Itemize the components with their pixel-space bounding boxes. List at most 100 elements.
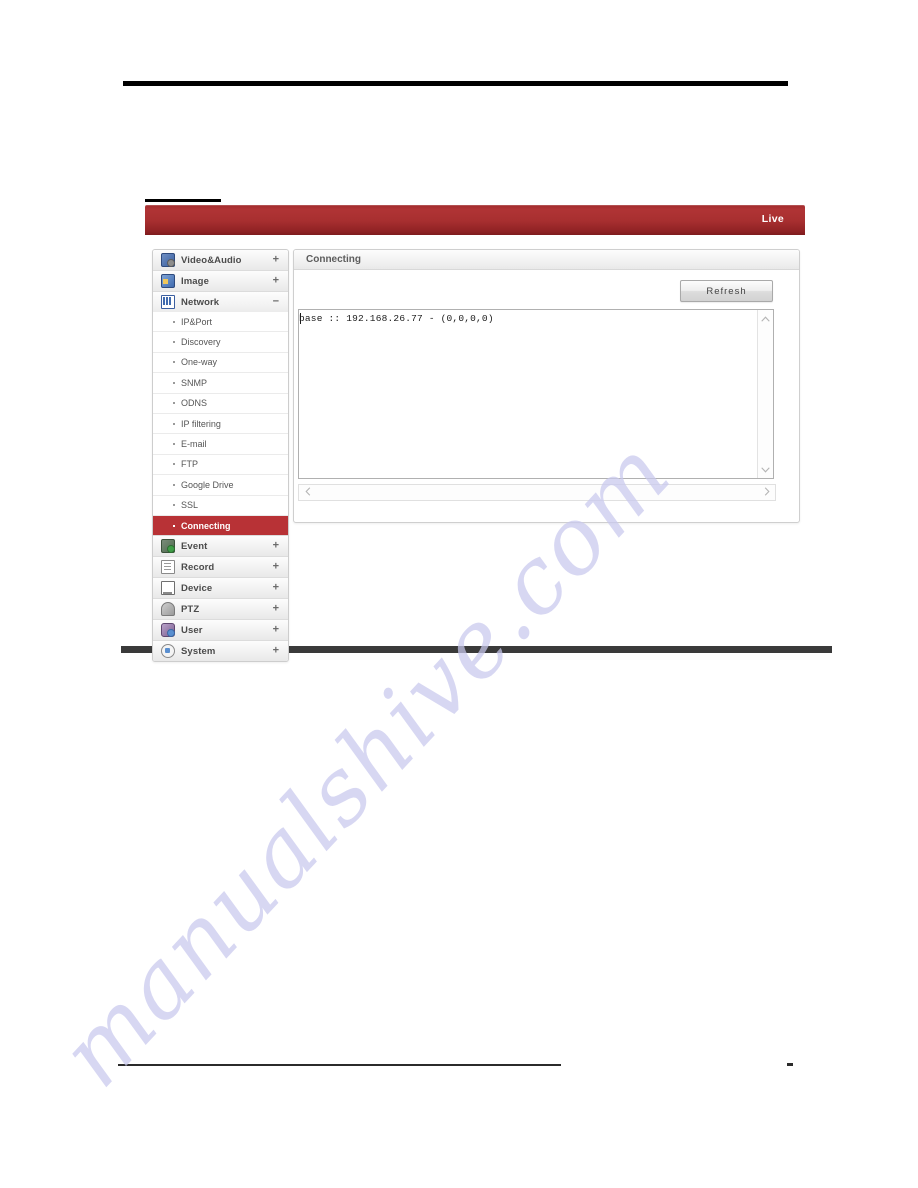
horizontal-scrollbar[interactable] xyxy=(298,484,776,501)
live-link[interactable]: Live xyxy=(762,213,784,225)
sidebar-item-ptz[interactable]: PTZ + xyxy=(153,599,288,620)
sidebar-item-connecting[interactable]: Connecting xyxy=(153,515,288,536)
sidebar-subitem-label: E-mail xyxy=(181,439,207,450)
sidebar-item-ip-port[interactable]: IP&Port xyxy=(153,312,288,333)
network-icon xyxy=(161,295,175,309)
bullet-icon xyxy=(173,483,175,486)
scroll-right-icon[interactable] xyxy=(759,485,774,498)
nav-group-system: System + xyxy=(153,641,288,662)
nav-group-event: Event + xyxy=(153,536,288,558)
bullet-icon xyxy=(173,524,175,527)
refresh-button[interactable]: Refresh xyxy=(680,280,773,302)
nav-group-device: Device + xyxy=(153,578,288,600)
bullet-icon xyxy=(173,320,175,323)
connecting-panel: Connecting Refresh base :: 192.168.26.77… xyxy=(293,249,800,523)
scroll-left-icon[interactable] xyxy=(300,485,315,498)
footer-rule xyxy=(118,1064,561,1066)
sidebar-item-discovery[interactable]: Discovery xyxy=(153,332,288,353)
nav-group-image: Image + xyxy=(153,271,288,292)
app-header-bar: Live xyxy=(145,205,805,235)
sidebar-subitem-label: SSL xyxy=(181,500,199,511)
vertical-scrollbar[interactable] xyxy=(757,310,773,478)
nav-group-user: User + xyxy=(153,620,288,642)
sidebar-subitem-label: IP filtering xyxy=(181,418,221,429)
bullet-icon xyxy=(173,463,175,466)
footer-page-dash xyxy=(787,1063,793,1066)
sidebar-item-e-mail[interactable]: E-mail xyxy=(153,434,288,455)
scroll-down-icon[interactable] xyxy=(758,462,773,477)
nav-group-record: Record + xyxy=(153,557,288,579)
nav-group-ptz: PTZ + xyxy=(153,599,288,621)
sidebar-item-label: Event xyxy=(181,540,208,552)
event-icon xyxy=(161,539,175,554)
sidebar-item-one-way[interactable]: One-way xyxy=(153,352,288,374)
sidebar-item-event[interactable]: Event + xyxy=(153,536,288,557)
bullet-icon xyxy=(173,381,175,384)
camera-web-ui: Live Video&Audio + Image + Network − IP&… xyxy=(145,205,807,669)
expand-plus-icon[interactable]: + xyxy=(273,624,279,636)
sidebar-item-label: System xyxy=(181,645,216,657)
sidebar-subitem-label: IP&Port xyxy=(181,316,213,327)
sidebar-item-snmp[interactable]: SNMP xyxy=(153,373,288,394)
sidebar-item-network[interactable]: Network − xyxy=(153,292,288,312)
sidebar-subitem-label: Discovery xyxy=(181,337,221,348)
ptz-icon xyxy=(161,602,175,617)
sidebar-item-label: Device xyxy=(181,582,213,594)
sidebar-item-ssl[interactable]: SSL xyxy=(153,495,288,516)
page-top-rule xyxy=(123,81,788,86)
expand-plus-icon[interactable]: + xyxy=(273,275,279,287)
collapse-minus-icon[interactable]: − xyxy=(273,296,279,308)
sidebar-item-label: User xyxy=(181,624,203,636)
image-icon xyxy=(161,274,175,288)
sidebar-item-device[interactable]: Device + xyxy=(153,578,288,599)
bullet-icon xyxy=(173,504,175,507)
bullet-icon xyxy=(173,361,175,364)
record-icon xyxy=(161,560,175,575)
sidebar-navigation: Video&Audio + Image + Network − IP&Port … xyxy=(152,249,289,663)
sidebar-item-label: Image xyxy=(181,275,209,287)
expand-plus-icon[interactable]: + xyxy=(273,561,279,573)
connection-log-textarea[interactable]: base :: 192.168.26.77 - (0,0,0,0) xyxy=(298,309,774,479)
sidebar-item-image[interactable]: Image + xyxy=(153,271,288,291)
expand-plus-icon[interactable]: + xyxy=(273,540,279,552)
bullet-icon xyxy=(173,402,175,405)
sidebar-item-video-audio[interactable]: Video&Audio + xyxy=(153,250,288,270)
sidebar-item-label: Video&Audio xyxy=(181,254,242,266)
sidebar-item-label: Record xyxy=(181,561,215,573)
nav-group-network: Network − IP&Port Discovery One-way SNMP… xyxy=(153,292,288,537)
video-audio-icon xyxy=(161,253,175,267)
sidebar-item-record[interactable]: Record + xyxy=(153,557,288,578)
user-icon xyxy=(161,623,175,638)
sidebar-subitem-label: Connecting xyxy=(181,520,231,531)
device-icon xyxy=(161,581,175,596)
sidebar-item-system[interactable]: System + xyxy=(153,641,288,662)
sidebar-item-odns[interactable]: ODNS xyxy=(153,393,288,414)
sidebar-subitem-label: One-way xyxy=(181,357,218,368)
section-underline-rule xyxy=(145,199,221,202)
sidebar-item-label: PTZ xyxy=(181,603,200,615)
sidebar-subitem-label: Google Drive xyxy=(181,479,234,490)
bullet-icon xyxy=(173,443,175,446)
sidebar-item-ftp[interactable]: FTP xyxy=(153,454,288,476)
sidebar-item-ip-filtering[interactable]: IP filtering xyxy=(153,413,288,435)
expand-plus-icon[interactable]: + xyxy=(273,582,279,594)
sidebar-subitem-label: ODNS xyxy=(181,398,208,409)
app-body: Video&Audio + Image + Network − IP&Port … xyxy=(145,235,807,669)
panel-title: Connecting xyxy=(294,250,799,270)
bullet-icon xyxy=(173,422,175,425)
scroll-up-icon[interactable] xyxy=(758,311,773,326)
sidebar-item-google-drive[interactable]: Google Drive xyxy=(153,475,288,496)
nav-group-video-audio: Video&Audio + xyxy=(153,250,288,271)
network-submenu: IP&Port Discovery One-way SNMP ODNS IP f… xyxy=(153,312,288,536)
refresh-button-label: Refresh xyxy=(706,285,747,297)
expand-plus-icon[interactable]: + xyxy=(273,603,279,615)
expand-plus-icon[interactable]: + xyxy=(273,254,279,266)
sidebar-subitem-label: SNMP xyxy=(181,377,208,388)
sidebar-subitem-label: FTP xyxy=(181,459,198,470)
bullet-icon xyxy=(173,341,175,344)
sidebar-item-label: Network xyxy=(181,296,220,308)
system-icon xyxy=(161,644,175,659)
expand-plus-icon[interactable]: + xyxy=(273,645,279,657)
connection-log-text: base :: 192.168.26.77 - (0,0,0,0) xyxy=(299,313,494,324)
sidebar-item-user[interactable]: User + xyxy=(153,620,288,641)
